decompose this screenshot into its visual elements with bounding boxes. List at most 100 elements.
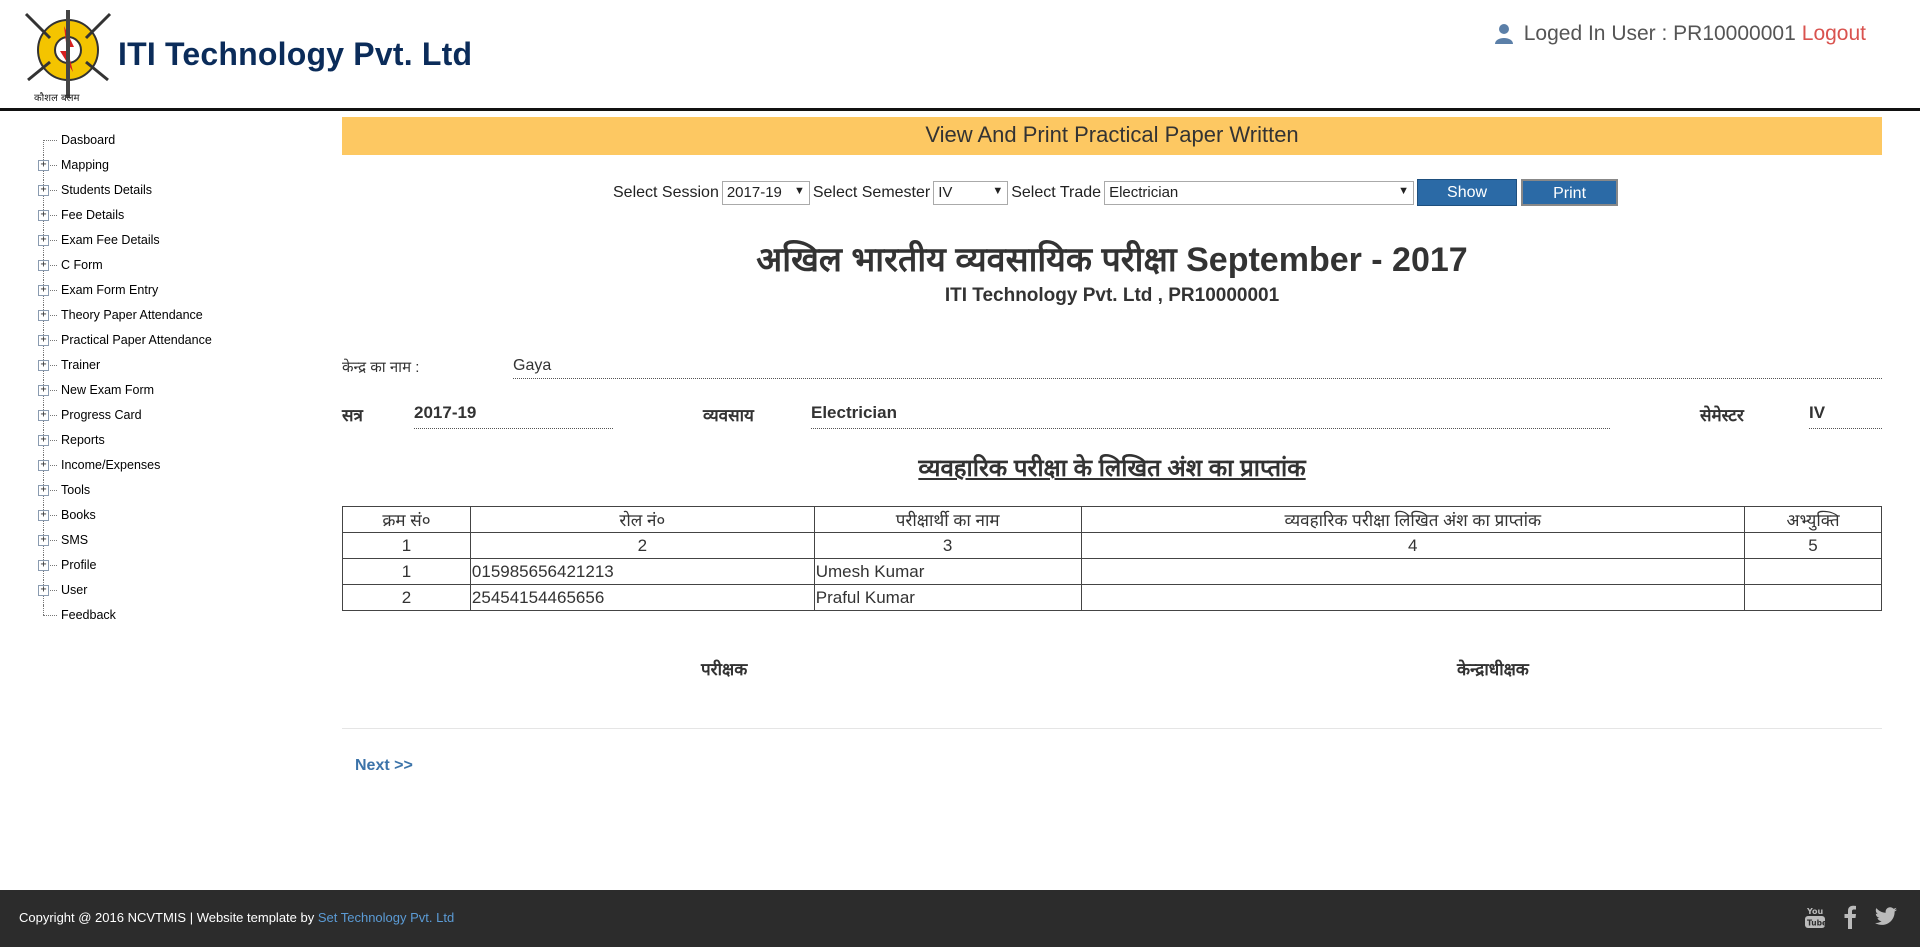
sidebar-item-user[interactable]: + User bbox=[0, 580, 300, 605]
header: कौशल बलम ITI Technology Pvt. Ltd Loged I… bbox=[0, 0, 1920, 111]
semester-value: IV bbox=[1809, 403, 1882, 429]
sidebar-item-sms[interactable]: + SMS bbox=[0, 530, 300, 555]
marks-table: क्रम सं० रोल नं० परीक्षार्थी का नाम व्यव… bbox=[342, 506, 1882, 611]
trade-select[interactable]: Electrician ▼ bbox=[1104, 180, 1415, 205]
chevron-down-icon: ▼ bbox=[793, 184, 805, 197]
tree-connector bbox=[43, 615, 57, 616]
sidebar-item-label: User bbox=[61, 583, 88, 597]
sidebar-item-reports[interactable]: + Reports bbox=[0, 430, 300, 455]
expand-plus-icon[interactable]: + bbox=[38, 235, 49, 246]
sidebar-item-students-details[interactable]: + Students Details bbox=[0, 180, 300, 205]
next-page-link[interactable]: Next >> bbox=[355, 757, 413, 775]
marks-cell bbox=[1080, 558, 1746, 585]
expand-plus-icon[interactable]: + bbox=[38, 210, 49, 221]
sidebar-item-feedback[interactable]: Feedback bbox=[0, 605, 300, 630]
expand-plus-icon[interactable]: + bbox=[38, 535, 49, 546]
sidebar-item-trainer[interactable]: + Trainer bbox=[0, 355, 300, 380]
sidebar-item-tools[interactable]: + Tools bbox=[0, 480, 300, 505]
svg-text:कौशल बलम: कौशल बलम bbox=[34, 92, 81, 104]
column-number: 4 bbox=[1080, 532, 1746, 559]
sidebar-item-income-expenses[interactable]: + Income/Expenses bbox=[0, 455, 300, 480]
marks-cell bbox=[1080, 584, 1746, 611]
table-header-row: क्रम सं० रोल नं० परीक्षार्थी का नाम व्यव… bbox=[342, 506, 1882, 533]
expand-plus-icon[interactable]: + bbox=[38, 410, 49, 421]
sidebar-item-label: Exam Fee Details bbox=[61, 233, 160, 247]
facebook-icon[interactable] bbox=[1843, 905, 1857, 929]
sidebar-item-new-exam-form[interactable]: + New Exam Form bbox=[0, 380, 300, 405]
semester-select[interactable]: IV ▼ bbox=[933, 180, 1009, 205]
iti-logo-icon: कौशल बलम bbox=[24, 10, 112, 104]
semester-label: सेमेस्टर bbox=[1700, 406, 1744, 425]
sidebar-item-label: SMS bbox=[61, 533, 89, 547]
sidebar-item-theory-paper-attendance[interactable]: + Theory Paper Attendance bbox=[0, 305, 300, 330]
column-number: 5 bbox=[1744, 532, 1882, 559]
serial-cell: 1 bbox=[342, 558, 471, 585]
expand-plus-icon[interactable]: + bbox=[38, 285, 49, 296]
sidebar-item-label: C Form bbox=[61, 258, 103, 272]
expand-plus-icon[interactable]: + bbox=[38, 485, 49, 496]
roll-cell: 25454154465656 bbox=[469, 584, 815, 611]
name-cell: Umesh Kumar bbox=[813, 558, 1082, 585]
column-header: अभ्युक्ति bbox=[1744, 506, 1882, 533]
sidebar-item-books[interactable]: + Books bbox=[0, 505, 300, 530]
center-name-label: केन्द्र का नाम : bbox=[342, 359, 420, 376]
trade-value: Electrician bbox=[811, 403, 1610, 429]
examiner-signature-label: परीक्षक bbox=[701, 660, 748, 679]
filter-bar: Select Session 2017-19 ▼ Select Semester… bbox=[613, 179, 1619, 206]
sidebar-item-label: Theory Paper Attendance bbox=[61, 308, 203, 322]
sidebar-item-fee-details[interactable]: + Fee Details bbox=[0, 205, 300, 230]
remarks-cell bbox=[1744, 584, 1882, 611]
sidebar-tree: Dasboard + Mapping + Students Details + Fee De… bbox=[0, 130, 300, 630]
expand-plus-icon[interactable]: + bbox=[38, 435, 49, 446]
expand-plus-icon[interactable]: + bbox=[38, 310, 49, 321]
expand-plus-icon[interactable]: + bbox=[38, 160, 49, 171]
name-cell: Praful Kumar bbox=[813, 584, 1082, 611]
sidebar-item-label: Books bbox=[61, 508, 96, 522]
print-button[interactable]: Print bbox=[1521, 179, 1619, 206]
expand-plus-icon[interactable]: + bbox=[38, 460, 49, 471]
sidebar-item-label: Fee Details bbox=[61, 208, 125, 222]
sidebar-item-profile[interactable]: + Profile bbox=[0, 555, 300, 580]
expand-plus-icon[interactable]: + bbox=[38, 385, 49, 396]
tree-connector bbox=[43, 605, 44, 615]
semester-filter-label: Select Semester bbox=[812, 183, 931, 201]
trade-filter-label: Select Trade bbox=[1011, 183, 1102, 201]
tree-connector bbox=[43, 140, 44, 155]
sidebar-item-label: Income/Expenses bbox=[61, 458, 161, 472]
column-header: व्यवहारिक परीक्षा लिखित अंश का प्राप्तां… bbox=[1080, 506, 1746, 533]
logged-in-user-label: Loged In User : PR10000001 bbox=[1523, 22, 1796, 45]
expand-plus-icon[interactable]: + bbox=[38, 185, 49, 196]
session-label: सत्र bbox=[342, 406, 363, 425]
roll-cell: 015985656421213 bbox=[469, 558, 815, 585]
column-number: 2 bbox=[469, 532, 815, 559]
expand-plus-icon[interactable]: + bbox=[38, 335, 49, 346]
logout-link[interactable]: Logout bbox=[1802, 22, 1866, 46]
sidebar-item-exam-form-entry[interactable]: + Exam Form Entry bbox=[0, 280, 300, 305]
expand-plus-icon[interactable]: + bbox=[38, 360, 49, 371]
twitter-icon[interactable] bbox=[1874, 906, 1898, 928]
youtube-icon[interactable]: You Tube bbox=[1804, 905, 1826, 929]
marks-sub-title: व्यवहारिक परीक्षा के लिखित अंश का प्राप्… bbox=[918, 455, 1306, 482]
footer-copyright: Copyright @ 2016 NCVTMIS | Website templ… bbox=[19, 910, 454, 925]
exam-title: अखिल भारतीय व्यवसायिक परीक्षा September … bbox=[756, 241, 1468, 279]
sidebar-item-label: Dasboard bbox=[61, 133, 116, 147]
user-info: Loged In User : PR10000001 Logout bbox=[1494, 22, 1866, 46]
sidebar-item-mapping[interactable]: + Mapping bbox=[0, 155, 300, 180]
sidebar-item-progress-card[interactable]: + Progress Card bbox=[0, 405, 300, 430]
template-credit-link[interactable]: Set Technology Pvt. Ltd bbox=[318, 910, 454, 925]
sidebar-item-dasboard[interactable]: Dasboard bbox=[0, 130, 300, 155]
semester-select-value: IV bbox=[938, 183, 953, 201]
expand-plus-icon[interactable]: + bbox=[38, 260, 49, 271]
expand-plus-icon[interactable]: + bbox=[38, 560, 49, 571]
chevron-down-icon: ▼ bbox=[1398, 184, 1410, 197]
sidebar-item-c-form[interactable]: + C Form bbox=[0, 255, 300, 280]
column-header: परीक्षार्थी का नाम bbox=[813, 506, 1082, 533]
sidebar-item-practical-paper-attendance[interactable]: + Practical Paper Attendance bbox=[0, 330, 300, 355]
social-links: You Tube bbox=[1804, 905, 1898, 929]
sidebar-item-exam-fee-details[interactable]: + Exam Fee Details bbox=[0, 230, 300, 255]
show-button[interactable]: Show bbox=[1417, 179, 1518, 206]
expand-plus-icon[interactable]: + bbox=[38, 510, 49, 521]
table-row: 1 015985656421213 Umesh Kumar bbox=[342, 558, 1882, 585]
expand-plus-icon[interactable]: + bbox=[38, 585, 49, 596]
session-select[interactable]: 2017-19 ▼ bbox=[721, 180, 810, 205]
